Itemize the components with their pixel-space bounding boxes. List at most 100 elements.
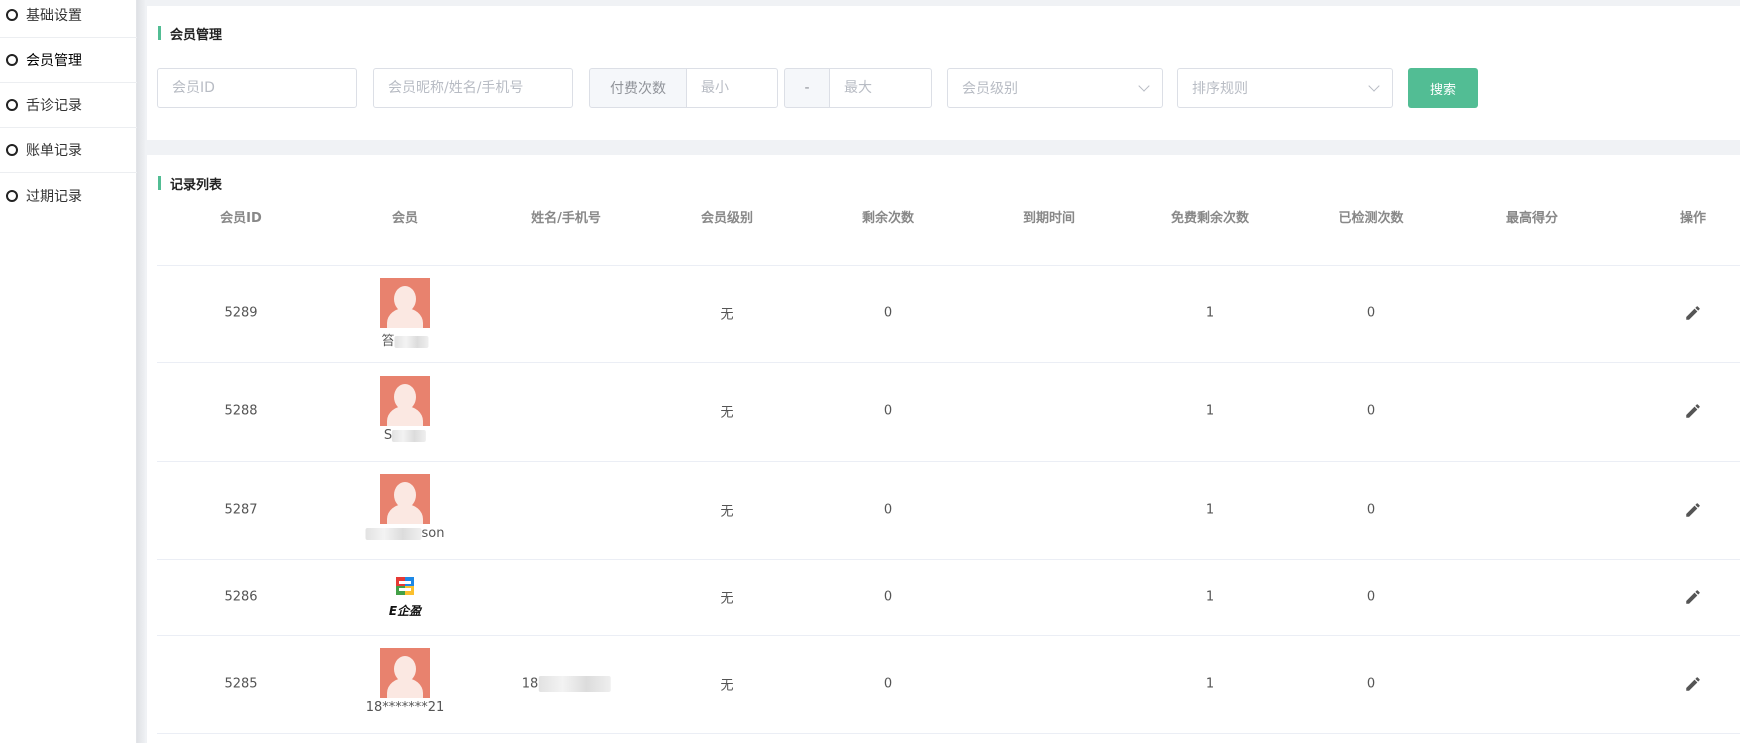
search-button[interactable]: 搜索	[1408, 68, 1478, 108]
table-divider	[157, 559, 1740, 560]
avatar	[380, 648, 430, 698]
sidebar-divider	[137, 0, 145, 743]
nickname-text: son	[421, 526, 445, 541]
sort-rule-placeholder: 排序规则	[1192, 81, 1248, 97]
column-header-remaining: 剩余次数	[861, 211, 915, 226]
member-nickname: 笞	[381, 330, 429, 349]
column-header-name-phone: 姓名/手机号	[531, 211, 601, 226]
member-id-input[interactable]	[157, 68, 357, 108]
cell-free-remaining: 1	[1205, 676, 1215, 692]
phone-text: 18	[521, 676, 539, 692]
cell-level: 无	[720, 504, 734, 520]
redacted-text	[392, 429, 427, 442]
nickname-text: S	[383, 428, 393, 443]
cell-tested: 0	[1366, 502, 1376, 518]
sidebar: 基础设置 会员管理 舌诊记录 账单记录 过期记录	[0, 0, 137, 743]
edit-pencil-icon[interactable]	[1684, 588, 1702, 606]
cell-member-id: 5287	[224, 502, 258, 518]
cell-free-remaining: 1	[1205, 502, 1215, 518]
table-divider	[157, 733, 1740, 734]
range-separator: -	[784, 68, 830, 108]
cell-remaining: 0	[883, 676, 893, 692]
cell-member-id: 5288	[224, 403, 258, 419]
circle-icon	[6, 144, 18, 156]
avatar	[380, 474, 430, 524]
sidebar-item-bill-records[interactable]: 账单记录	[0, 128, 137, 173]
cell-level: 无	[720, 591, 734, 607]
table-divider	[157, 265, 1740, 266]
member-name-input[interactable]	[373, 68, 573, 108]
sidebar-item-member-management[interactable]: 会员管理	[0, 38, 137, 83]
logo-text: E企盈	[388, 604, 422, 618]
cell-member-id: 5286	[224, 589, 258, 605]
company-logo: E企盈	[380, 575, 430, 621]
record-list-panel: 记录列表 会员ID 会员 姓名/手机号 会员级别 剩余次数 到期时间 免费剩余次…	[147, 155, 1740, 743]
column-header-actions: 操作	[1679, 211, 1707, 226]
cell-member-id: 5289	[224, 305, 258, 321]
sidebar-item-tongue-records[interactable]: 舌诊记录	[0, 83, 137, 128]
title-accent-bar	[158, 176, 161, 190]
cell-level: 无	[720, 307, 734, 323]
search-panel: 会员管理 付费次数 - 会员级别 排序规则 搜索	[147, 6, 1740, 140]
member-level-select[interactable]: 会员级别	[947, 68, 1163, 108]
paid-count-min-input[interactable]	[686, 68, 778, 108]
cell-remaining: 0	[883, 589, 893, 605]
column-header-member: 会员	[391, 211, 419, 226]
sidebar-item-label: 过期记录	[26, 188, 82, 205]
circle-icon	[6, 54, 18, 66]
table-divider	[157, 461, 1740, 462]
circle-icon	[6, 189, 18, 202]
edit-pencil-icon[interactable]	[1684, 675, 1702, 693]
redacted-text	[365, 527, 422, 540]
sidebar-item-label: 舌诊记录	[26, 98, 82, 114]
cell-free-remaining: 1	[1205, 589, 1215, 605]
list-panel-title: 记录列表	[170, 177, 223, 193]
cell-remaining: 0	[883, 305, 893, 321]
avatar	[380, 376, 430, 426]
cell-free-remaining: 1	[1205, 403, 1215, 419]
redacted-text	[394, 335, 429, 348]
cell-remaining: 0	[883, 502, 893, 518]
cell-free-remaining: 1	[1205, 305, 1215, 321]
table-divider	[157, 635, 1740, 636]
cell-tested: 0	[1366, 403, 1376, 419]
sidebar-item-label: 会员管理	[26, 53, 82, 69]
circle-icon	[6, 9, 18, 21]
avatar	[380, 278, 430, 328]
column-header-member-id: 会员ID	[220, 211, 262, 226]
section-title: 会员管理	[158, 26, 223, 43]
paid-count-max-input[interactable]	[829, 68, 932, 108]
sidebar-item-label: 基础设置	[26, 8, 82, 24]
sort-rule-select[interactable]: 排序规则	[1177, 68, 1393, 108]
sidebar-item-expired-records[interactable]: 过期记录	[0, 173, 137, 218]
search-panel-title: 会员管理	[170, 27, 223, 43]
logo-mark-icon	[396, 577, 414, 595]
sidebar-item-basic-settings[interactable]: 基础设置	[0, 0, 137, 38]
cell-tested: 0	[1366, 305, 1376, 321]
edit-pencil-icon[interactable]	[1684, 304, 1702, 322]
column-header-expire: 到期时间	[1022, 211, 1076, 226]
cell-level: 无	[720, 405, 734, 421]
cell-remaining: 0	[883, 403, 893, 419]
edit-pencil-icon[interactable]	[1684, 501, 1702, 519]
cell-level: 无	[720, 678, 734, 694]
column-header-tested: 已检测次数	[1338, 211, 1404, 226]
cell-name-phone: 18	[522, 676, 611, 692]
column-header-top-score: 最高得分	[1505, 211, 1559, 226]
paid-count-label: 付费次数	[589, 68, 687, 108]
cell-tested: 0	[1366, 676, 1376, 692]
table-divider	[157, 362, 1740, 363]
nickname-text: 笞	[381, 334, 395, 349]
column-header-free-remaining: 免费剩余次数	[1170, 211, 1250, 226]
edit-pencil-icon[interactable]	[1684, 402, 1702, 420]
section-title: 记录列表	[158, 176, 223, 193]
title-accent-bar	[158, 26, 161, 40]
chevron-down-icon	[1368, 80, 1380, 92]
redacted-text	[538, 676, 611, 692]
member-nickname: 18*******21	[365, 700, 445, 715]
chevron-down-icon	[1138, 80, 1150, 92]
sidebar-item-label: 账单记录	[26, 143, 82, 159]
member-level-placeholder: 会员级别	[962, 81, 1018, 97]
circle-icon	[6, 99, 18, 111]
cell-tested: 0	[1366, 589, 1376, 605]
